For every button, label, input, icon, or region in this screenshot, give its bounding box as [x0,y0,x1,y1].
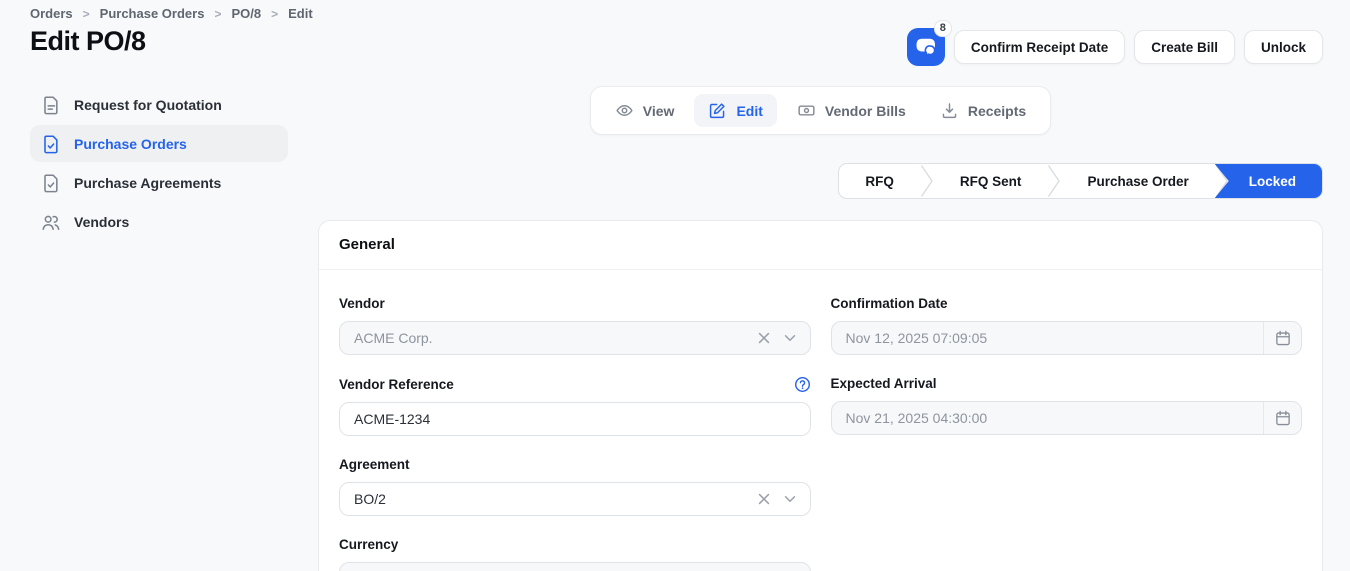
vendor-reference-label: Vendor Reference [339,376,454,392]
sidebar-item-vendors[interactable]: Vendors [30,203,288,240]
vendor-value: ACME Corp. [354,330,433,346]
main-content: View Edit Vendor Bills Receipts RFQ RFQ … [318,86,1323,571]
chat-message-count-badge: 8 [933,20,952,37]
vendor-field: Vendor ACME Corp. [339,296,811,355]
sidebar-item-label: Request for Quotation [74,96,222,113]
tab-label: Edit [736,102,763,119]
tab-label: View [642,102,675,119]
eye-icon [615,101,634,120]
breadcrumb-edit[interactable]: Edit [288,6,313,21]
vendor-reference-control [339,402,811,436]
banknote-icon [797,101,816,120]
status-pipeline: RFQ RFQ Sent Purchase Order Locked [838,163,1323,199]
sidebar-item-label: Vendors [74,213,130,230]
document-check-icon [40,172,60,194]
expected-arrival-input[interactable] [831,402,1263,434]
unlock-button[interactable]: Unlock [1243,30,1323,64]
confirm-receipt-date-button[interactable]: Confirm Receipt Date [953,30,1126,64]
breadcrumb-separator-icon: > [214,6,222,21]
tab-label: Vendor Bills [824,102,906,119]
clear-icon[interactable] [756,330,772,346]
chatter-button[interactable]: 8 [906,20,952,66]
download-icon [940,101,959,120]
form-column-left: Vendor ACME Corp. Vendor Reference ACME-… [339,296,811,571]
breadcrumb: Orders > Purchase Orders > PO/8 > Edit [30,6,1323,21]
general-card: General Vendor ACME Corp. Vendor Referen… [318,220,1323,571]
header-actions: 8 Confirm Receipt Date Create Bill Unloc… [906,20,1323,66]
vendor-label: Vendor [339,296,385,311]
section-title: General [339,236,395,253]
pipeline-chevron-icon [920,164,934,198]
pipeline-step-rfq[interactable]: RFQ [839,164,920,198]
document-lines-icon [40,94,60,116]
sidebar-item-request-for-quotation[interactable]: Request for Quotation [30,86,288,123]
pencil-square-icon [708,101,727,120]
pipeline-step-locked[interactable]: Locked [1214,164,1322,198]
currency-label: Currency [339,537,399,552]
confirmation-date-field: Confirmation Date [830,296,1302,355]
vendor-reference-field: Vendor Reference [339,376,811,436]
help-icon[interactable] [794,376,811,393]
tab-vendor-bills[interactable]: Vendor Bills [783,94,920,127]
confirmation-date-label: Confirmation Date [830,296,948,311]
people-icon [40,211,60,233]
vendor-reference-input[interactable] [340,403,810,435]
pipeline-step-purchase-order[interactable]: Purchase Order [1061,164,1214,198]
purchase-order-edit-page: Orders > Purchase Orders > PO/8 > Edit E… [0,0,1350,571]
chevron-down-icon[interactable] [782,330,798,346]
tab-edit[interactable]: Edit [694,94,777,127]
chat-bubbles-icon [913,34,939,60]
create-bill-button[interactable]: Create Bill [1134,30,1235,64]
view-mode-tabbar: View Edit Vendor Bills Receipts [589,86,1052,135]
clear-icon[interactable] [756,491,772,507]
sidebar: Request for Quotation Purchase Orders Pu… [30,86,288,571]
sidebar-item-purchase-orders[interactable]: Purchase Orders [30,125,288,162]
agreement-value: BO/2 [354,491,386,507]
breadcrumb-orders[interactable]: Orders [30,6,73,21]
pipeline-chevron-icon [1047,164,1061,198]
sidebar-item-label: Purchase Agreements [74,174,222,191]
page-title: Edit PO/8 [30,26,146,56]
general-card-header: General [319,221,1322,270]
breadcrumb-po-8[interactable]: PO/8 [231,6,261,21]
page-header: Edit PO/8 8 Confirm Receipt Date Create … [30,20,1323,66]
vendor-select[interactable]: ACME Corp. [339,321,811,355]
expected-arrival-control [830,401,1302,435]
expected-arrival-label: Expected Arrival [830,376,937,391]
agreement-select[interactable]: BO/2 [339,482,811,516]
calendar-icon[interactable] [1263,402,1301,434]
tab-view[interactable]: View [601,94,689,127]
agreement-label: Agreement [339,457,410,472]
breadcrumb-separator-icon: > [271,6,279,21]
agreement-field: Agreement BO/2 [339,457,811,516]
currency-field: Currency USD [339,537,811,571]
document-check-icon [40,133,60,155]
breadcrumb-purchase-orders[interactable]: Purchase Orders [100,6,205,21]
sidebar-item-label: Purchase Orders [74,135,187,152]
sidebar-item-purchase-agreements[interactable]: Purchase Agreements [30,164,288,201]
calendar-icon[interactable] [1263,322,1301,354]
currency-select[interactable]: USD [339,562,811,571]
tab-label: Receipts [967,102,1027,119]
confirmation-date-control [830,321,1302,355]
pipeline-step-rfq-sent[interactable]: RFQ Sent [934,164,1048,198]
chevron-down-icon[interactable] [782,491,798,507]
confirmation-date-input[interactable] [831,322,1263,354]
form-column-right: Confirmation Date Expected [830,296,1302,571]
tab-receipts[interactable]: Receipts [926,94,1040,127]
breadcrumb-separator-icon: > [82,6,90,21]
expected-arrival-field: Expected Arrival [830,376,1302,435]
